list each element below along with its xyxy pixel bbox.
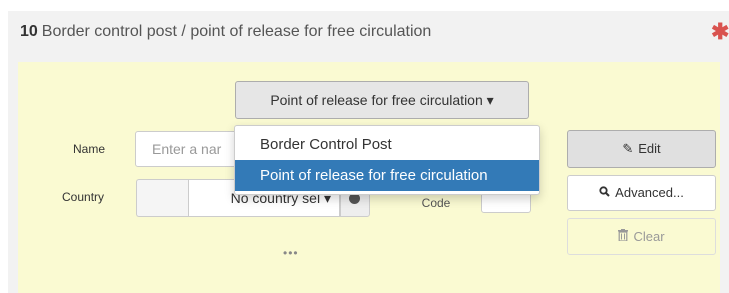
type-dropdown-menu: Border Control Post Point of release for… [234,125,540,195]
clear-button-label: Clear [633,229,665,244]
country-label: Country [62,190,105,204]
dropdown-option-point-of-release[interactable]: Point of release for free circulation [235,160,539,191]
edit-icon: ✎ [622,141,634,156]
dropdown-option-border-control-post[interactable]: Border Control Post [235,129,539,160]
type-selector-button[interactable]: Point of release for free circulation ▾ [235,81,529,119]
details-panel: Point of release for free circulation ▾ … [18,62,720,293]
trash-icon [618,219,629,254]
ellipsis-icon: ••• [283,246,299,260]
clear-button[interactable]: Clear [567,218,716,255]
type-selector-label: Point of release for free circulation [270,92,483,108]
edit-button-label: Edit [638,141,661,156]
section-number: 10 [20,23,38,40]
advanced-button[interactable]: Advanced... [567,175,716,211]
advanced-button-label: Advanced... [615,185,684,200]
name-label: Name [73,142,106,156]
chevron-down-icon: ▾ [486,92,494,108]
section-title-text: Border control post / point of release f… [41,23,432,40]
country-flag [136,179,188,217]
edit-button[interactable]: ✎ Edit [567,130,716,168]
border-control-section: 10 Border control post / point of release… [8,11,729,293]
section-title: 10 Border control post / point of release… [20,23,431,41]
search-icon [599,176,610,210]
required-asterisk-icon: ✱ [711,19,729,44]
